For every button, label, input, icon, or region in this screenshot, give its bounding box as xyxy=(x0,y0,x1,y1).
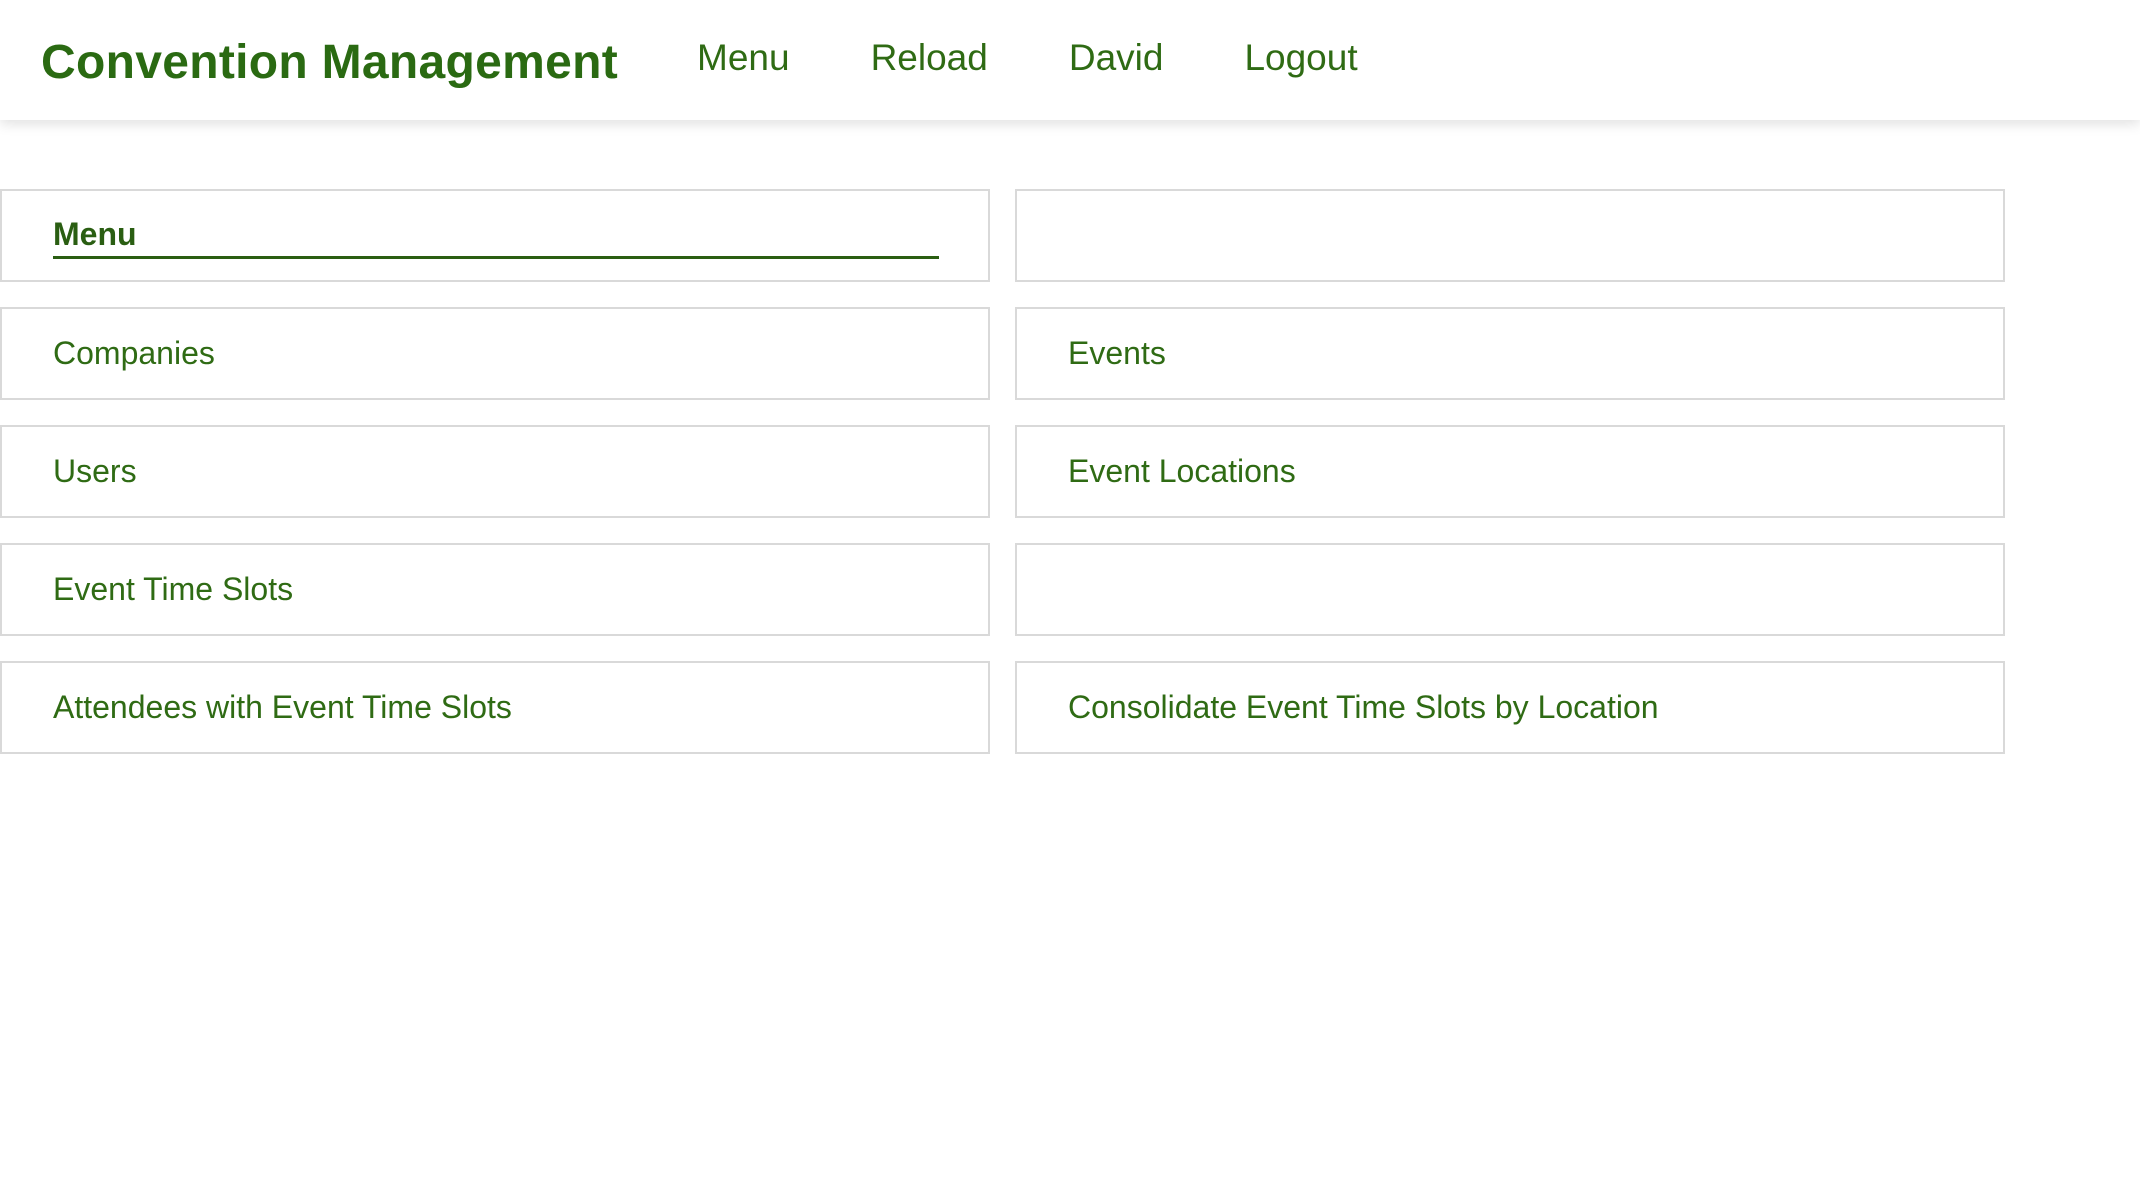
menu-item-label: Event Locations xyxy=(1068,453,1296,489)
menu-heading: Menu xyxy=(53,216,939,259)
menu-item-users[interactable]: Users xyxy=(0,425,990,518)
menu-item-label: Events xyxy=(1068,335,1166,371)
menu-item-label: Consolidate Event Time Slots by Location xyxy=(1068,689,1659,725)
nav-menu-link[interactable]: Menu xyxy=(697,37,790,79)
menu-item-label: Attendees with Event Time Slots xyxy=(53,689,512,725)
menu-item-label: Users xyxy=(53,453,137,489)
menu-item-attendees-with-event-time-slots[interactable]: Attendees with Event Time Slots xyxy=(0,661,990,754)
menu-item-companies[interactable]: Companies xyxy=(0,307,990,400)
menu-item-events[interactable]: Events xyxy=(1015,307,2005,400)
empty-cell xyxy=(1015,189,2005,282)
menu-item-event-locations[interactable]: Event Locations xyxy=(1015,425,2005,518)
nav-reload-link[interactable]: Reload xyxy=(871,37,988,79)
empty-cell xyxy=(1015,543,2005,636)
nav-logout-link[interactable]: Logout xyxy=(1244,37,1357,79)
menu-header-cell: Menu xyxy=(0,189,990,282)
menu-item-label: Companies xyxy=(53,335,215,371)
menu-item-consolidate-event-time-slots[interactable]: Consolidate Event Time Slots by Location xyxy=(1015,661,2005,754)
menu-item-label: Event Time Slots xyxy=(53,571,294,607)
app-title[interactable]: Convention Management xyxy=(41,35,618,90)
nav-user-link[interactable]: David xyxy=(1069,37,1164,79)
menu-item-event-time-slots[interactable]: Event Time Slots xyxy=(0,543,990,636)
main-nav: Menu Reload David Logout xyxy=(662,37,1439,79)
top-navigation-bar: Convention Management Menu Reload David … xyxy=(0,0,2140,120)
menu-grid: Menu Companies Events Users Event Locati… xyxy=(0,189,2005,754)
